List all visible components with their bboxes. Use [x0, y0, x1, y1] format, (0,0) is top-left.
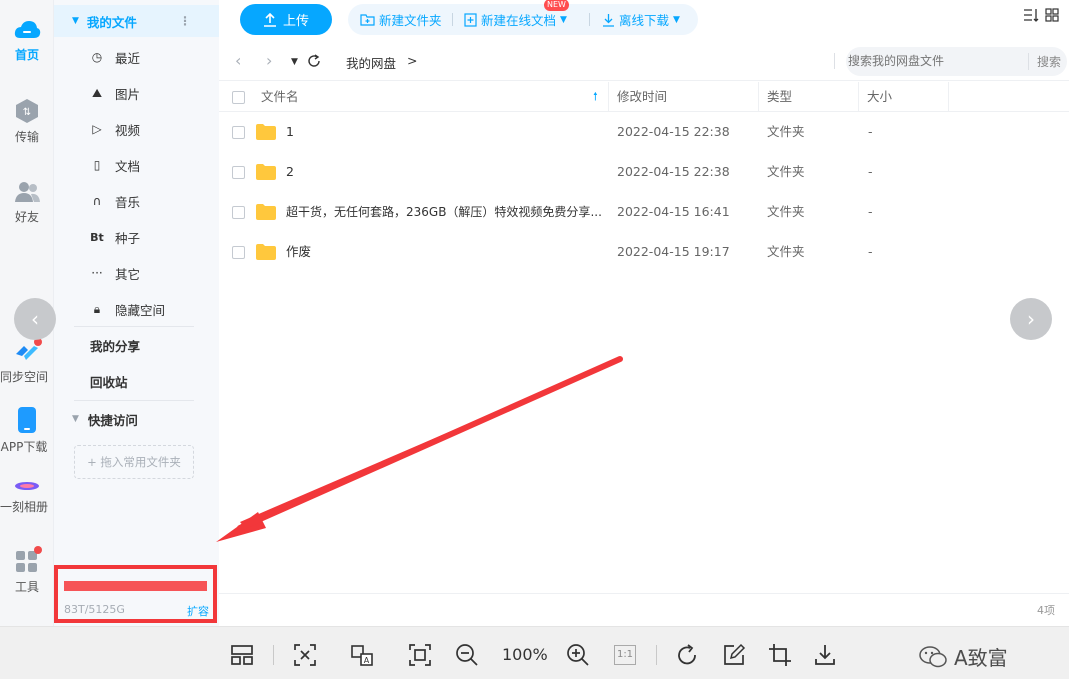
crop-icon[interactable]	[768, 643, 792, 667]
image-viewer-toolbar: A 100% 1:1 A致富	[0, 626, 1069, 679]
translate-icon[interactable]: A	[350, 643, 374, 667]
svg-text:A: A	[364, 656, 370, 665]
zoom-out-icon[interactable]	[455, 643, 479, 667]
download-icon[interactable]	[813, 643, 837, 667]
divider	[273, 645, 274, 665]
watermark-text: A致富	[954, 646, 1008, 670]
chevron-right-icon: ›	[1027, 307, 1035, 331]
actual-size-button[interactable]: 1:1	[614, 645, 636, 665]
rotate-icon[interactable]	[675, 643, 699, 667]
edit-icon[interactable]	[722, 643, 746, 667]
wechat-icon	[919, 645, 947, 667]
next-image-button[interactable]: ›	[1010, 298, 1052, 340]
previous-image-button[interactable]: ‹	[14, 298, 56, 340]
zoom-in-icon[interactable]	[566, 643, 590, 667]
thumbnails-icon[interactable]	[230, 643, 254, 667]
extract-text-icon[interactable]	[293, 643, 317, 667]
zoom-level: 100%	[502, 645, 548, 664]
wechat-watermark: A致富	[918, 642, 1008, 671]
divider	[656, 645, 657, 665]
chevron-left-icon: ‹	[31, 307, 39, 331]
screenshot-root: 首页 ⇅ 传输 好友 同步空间 APP下载 一刻相册 工具 ▼ 我的文件 ⋮ ◷…	[0, 0, 1069, 679]
annotation-arrow	[216, 356, 623, 542]
fit-screen-icon[interactable]	[408, 643, 432, 667]
